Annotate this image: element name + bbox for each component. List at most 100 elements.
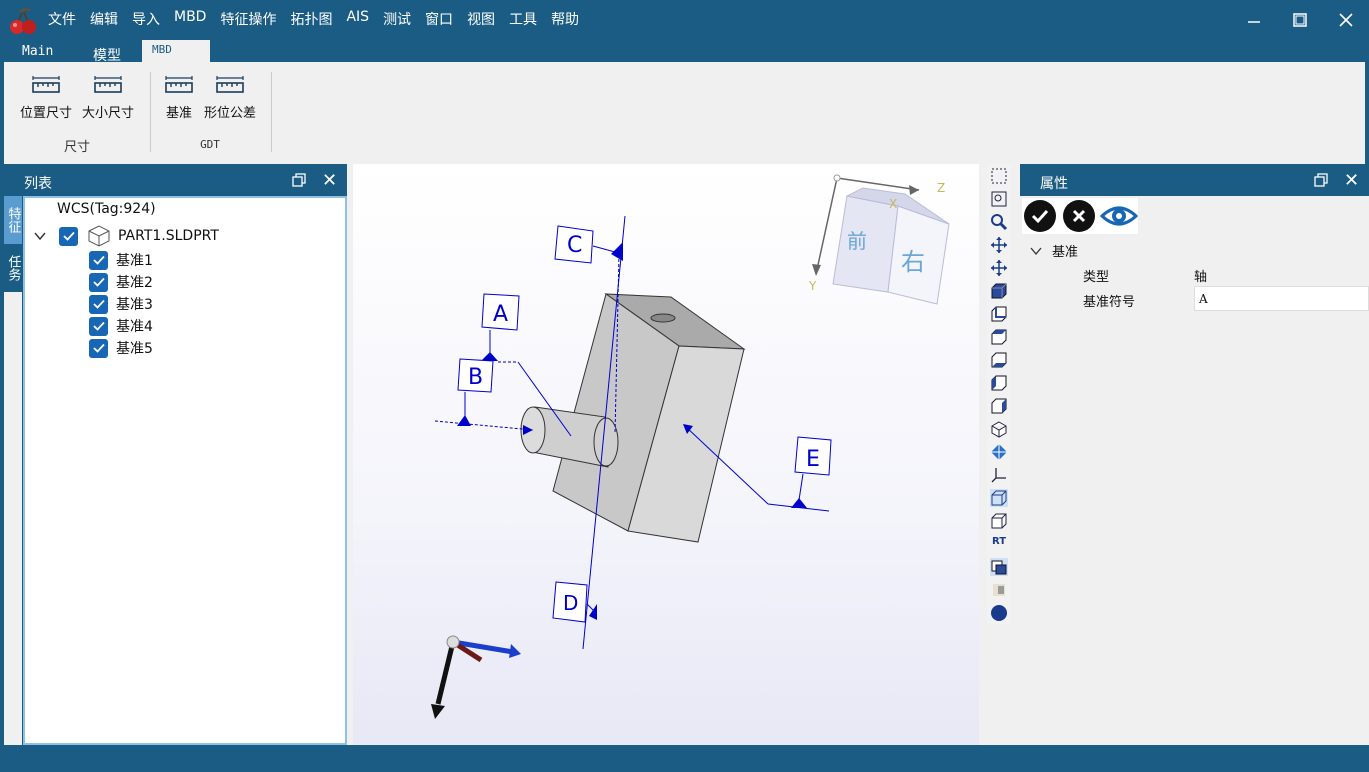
- menu-mbd[interactable]: MBD: [174, 9, 206, 29]
- hole-feature: [650, 313, 676, 323]
- material-icon[interactable]: [990, 581, 1008, 599]
- splitter[interactable]: [979, 164, 987, 745]
- menu-tools[interactable]: 工具: [509, 9, 537, 29]
- view-toolbar: RT: [987, 164, 1011, 624]
- model-canvas[interactable]: C A B E D 前 右 X Z Y: [353, 164, 979, 745]
- status-bar: [0, 745, 1369, 772]
- rotate-icon[interactable]: [990, 259, 1008, 277]
- tree-item-datum[interactable]: 基准5: [89, 338, 153, 358]
- menu-file[interactable]: 文件: [48, 9, 76, 29]
- checkmark-icon: [92, 299, 105, 309]
- ruler-icon: [94, 76, 122, 93]
- properties-section-datum[interactable]: 基准: [1030, 241, 1078, 260]
- color-picker-icon[interactable]: [990, 604, 1008, 622]
- prop-value: 轴: [1194, 270, 1208, 285]
- title-bar: 文件 编辑 导入 MBD 特征操作 拓扑图 AIS 测试 窗口 视图 工具 帮助: [0, 0, 1369, 40]
- tab-model[interactable]: 模型: [83, 41, 131, 64]
- view-front-icon[interactable]: [990, 282, 1008, 300]
- view-left-icon[interactable]: [990, 374, 1008, 392]
- datum-checkbox[interactable]: [89, 250, 108, 270]
- tab-features[interactable]: 特征: [4, 196, 22, 244]
- datum-checkbox[interactable]: [89, 338, 108, 358]
- part-label: PART1.SLDPRT: [118, 228, 219, 244]
- menu-ais[interactable]: AIS: [346, 9, 369, 29]
- cancel-button[interactable]: [1063, 200, 1095, 232]
- 3d-viewport[interactable]: C A B E D 前 右 X Z Y: [353, 164, 979, 745]
- close-icon: [1339, 13, 1353, 27]
- view-back-icon[interactable]: [990, 305, 1008, 323]
- axes-toggle-icon[interactable]: [990, 466, 1008, 484]
- fit-all-icon[interactable]: [990, 167, 1008, 185]
- tree-item-datum[interactable]: 基准4: [89, 316, 153, 336]
- view-iso-icon[interactable]: [990, 420, 1008, 438]
- tree-item-datum[interactable]: 基准3: [89, 294, 153, 314]
- gdt-tolerance-button[interactable]: 形位公差: [200, 76, 260, 121]
- datum-item-label: 基准2: [116, 275, 153, 291]
- menu-topology[interactable]: 拓扑图: [290, 9, 332, 29]
- viewcube-axis-y: Y: [808, 279, 817, 293]
- position-dimension-button[interactable]: 位置尺寸: [16, 76, 76, 121]
- chevron-down-icon[interactable]: [33, 229, 47, 243]
- close-panel-icon[interactable]: ✕: [322, 170, 337, 191]
- tab-main[interactable]: Main: [12, 40, 63, 62]
- chevron-down-icon[interactable]: [1030, 245, 1042, 257]
- tree-item-datum[interactable]: 基准2: [89, 272, 153, 292]
- pan-icon[interactable]: [990, 236, 1008, 254]
- tree-item-wcs[interactable]: WCS(Tag:924): [57, 201, 156, 217]
- shaded-icon[interactable]: [990, 512, 1008, 530]
- ribbon-separator: [150, 72, 151, 152]
- menu-window[interactable]: 窗口: [425, 9, 453, 29]
- datum-checkbox[interactable]: [89, 294, 108, 314]
- tab-mbd[interactable]: MBD: [142, 40, 210, 62]
- cylinder-base: [593, 417, 619, 467]
- view-bottom-icon[interactable]: [990, 351, 1008, 369]
- viewcube-axis-x: X: [889, 197, 897, 211]
- rt-toggle-button[interactable]: RT: [990, 536, 1008, 554]
- confirm-button[interactable]: [1024, 200, 1056, 232]
- menu-feature-ops[interactable]: 特征操作: [220, 9, 276, 29]
- splitter[interactable]: [1011, 164, 1020, 745]
- view-iso-shaded-icon[interactable]: [990, 443, 1008, 461]
- part-checkbox[interactable]: [59, 226, 78, 246]
- ribbon-separator: [271, 72, 272, 152]
- ruler-icon: [216, 76, 244, 93]
- datum-checkbox[interactable]: [89, 316, 108, 336]
- menu-view[interactable]: 视图: [467, 9, 495, 29]
- close-window-button[interactable]: [1323, 0, 1369, 40]
- datum-d-symbol[interactable]: D: [552, 581, 597, 623]
- menu-import[interactable]: 导入: [132, 9, 160, 29]
- transparency-icon[interactable]: [990, 558, 1008, 576]
- float-panel-icon[interactable]: [292, 173, 306, 187]
- float-panel-icon[interactable]: [1314, 173, 1328, 187]
- viewcube-face-front: 右: [901, 248, 925, 276]
- wireframe-icon[interactable]: [990, 489, 1008, 507]
- ruler-icon: [32, 76, 60, 93]
- main-menu: 文件 编辑 导入 MBD 特征操作 拓扑图 AIS 测试 窗口 视图 工具 帮助: [48, 9, 593, 29]
- menu-test[interactable]: 测试: [383, 9, 411, 29]
- maximize-icon: [1293, 13, 1307, 27]
- datum-checkbox[interactable]: [89, 272, 108, 292]
- view-right-icon[interactable]: [990, 397, 1008, 415]
- datum-b-symbol[interactable]: B: [434, 358, 534, 435]
- zoom-window-icon[interactable]: [990, 190, 1008, 208]
- toolbar-filler: [987, 624, 1011, 745]
- menu-edit[interactable]: 编辑: [90, 9, 118, 29]
- tree-item-part[interactable]: PART1.SLDPRT: [33, 224, 219, 248]
- properties-panel-header: 属性 ✕: [1020, 166, 1369, 196]
- checkmark-icon: [92, 255, 105, 265]
- tab-tasks[interactable]: 任务: [4, 244, 22, 292]
- preview-eye-button[interactable]: [1100, 202, 1138, 230]
- view-top-icon[interactable]: [990, 328, 1008, 346]
- view-cube[interactable]: 前 右 X Z Y: [808, 174, 950, 305]
- feature-tree: WCS(Tag:924) PART1.SLDPRT 基准1 基准2 基准3 基准…: [23, 196, 347, 745]
- tree-item-datum[interactable]: 基准1: [89, 250, 153, 270]
- zoom-icon[interactable]: [990, 213, 1008, 231]
- size-dimension-button[interactable]: 大小尺寸: [78, 76, 138, 121]
- maximize-button[interactable]: [1277, 0, 1323, 40]
- close-panel-icon[interactable]: ✕: [1344, 170, 1359, 191]
- datum-label: 基准: [165, 106, 192, 121]
- minimize-button[interactable]: [1231, 0, 1277, 40]
- datum-symbol-field[interactable]: A: [1194, 286, 1369, 311]
- ribbon-tab-bar: Main 模型 MBD: [0, 40, 1369, 64]
- menu-help[interactable]: 帮助: [551, 9, 579, 29]
